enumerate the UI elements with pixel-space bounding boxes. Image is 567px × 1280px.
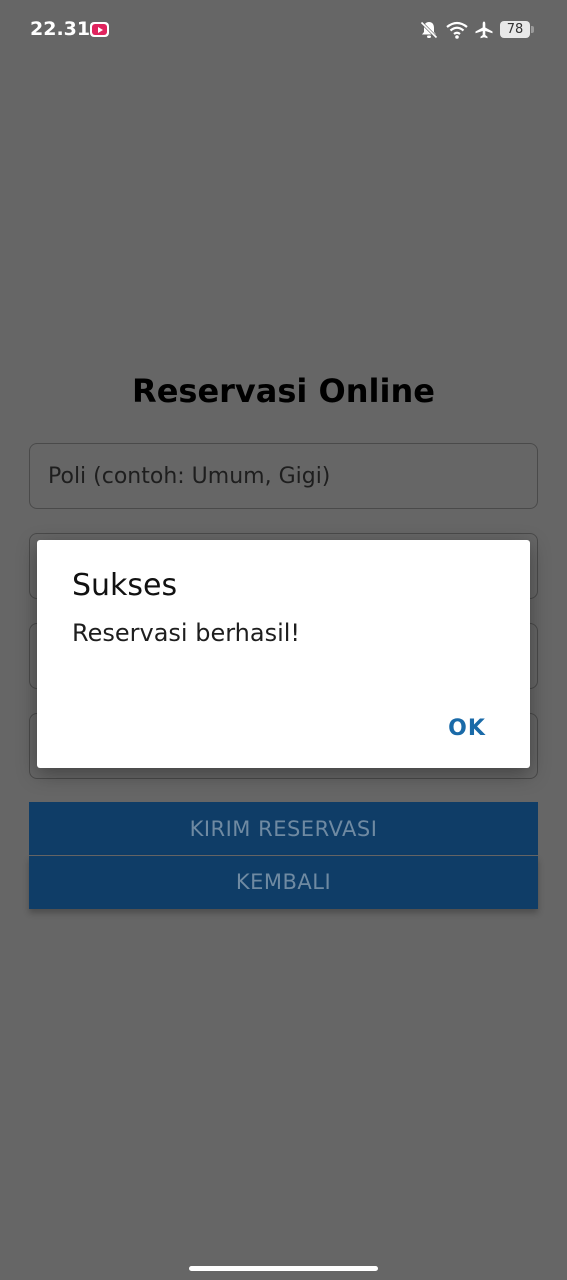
back-button[interactable]: KEMBALI [29,856,538,909]
status-time: 22.31 [30,18,91,40]
battery-icon: 78 [500,21,530,38]
dialog-message: Reservasi berhasil! [72,619,301,647]
battery-tip [531,26,534,33]
wifi-icon [446,21,468,39]
status-bar: 22.31 78 [0,0,567,60]
submit-reservation-button[interactable]: KIRIM RESERVASI [29,802,538,855]
dialog-ok-button[interactable]: OK [437,712,497,746]
page-title: Reservasi Online [132,372,435,410]
dialog-title: Sukses [72,568,178,603]
poli-field-placeholder: Poli (contoh: Umum, Gigi) [48,464,331,489]
bell-off-icon [420,21,438,39]
airplane-mode-icon [475,21,493,39]
poli-field[interactable]: Poli (contoh: Umum, Gigi) [29,443,538,509]
home-indicator[interactable] [189,1266,378,1271]
youtube-notification-icon [90,22,109,37]
success-dialog: Sukses Reservasi berhasil! OK [37,540,530,768]
